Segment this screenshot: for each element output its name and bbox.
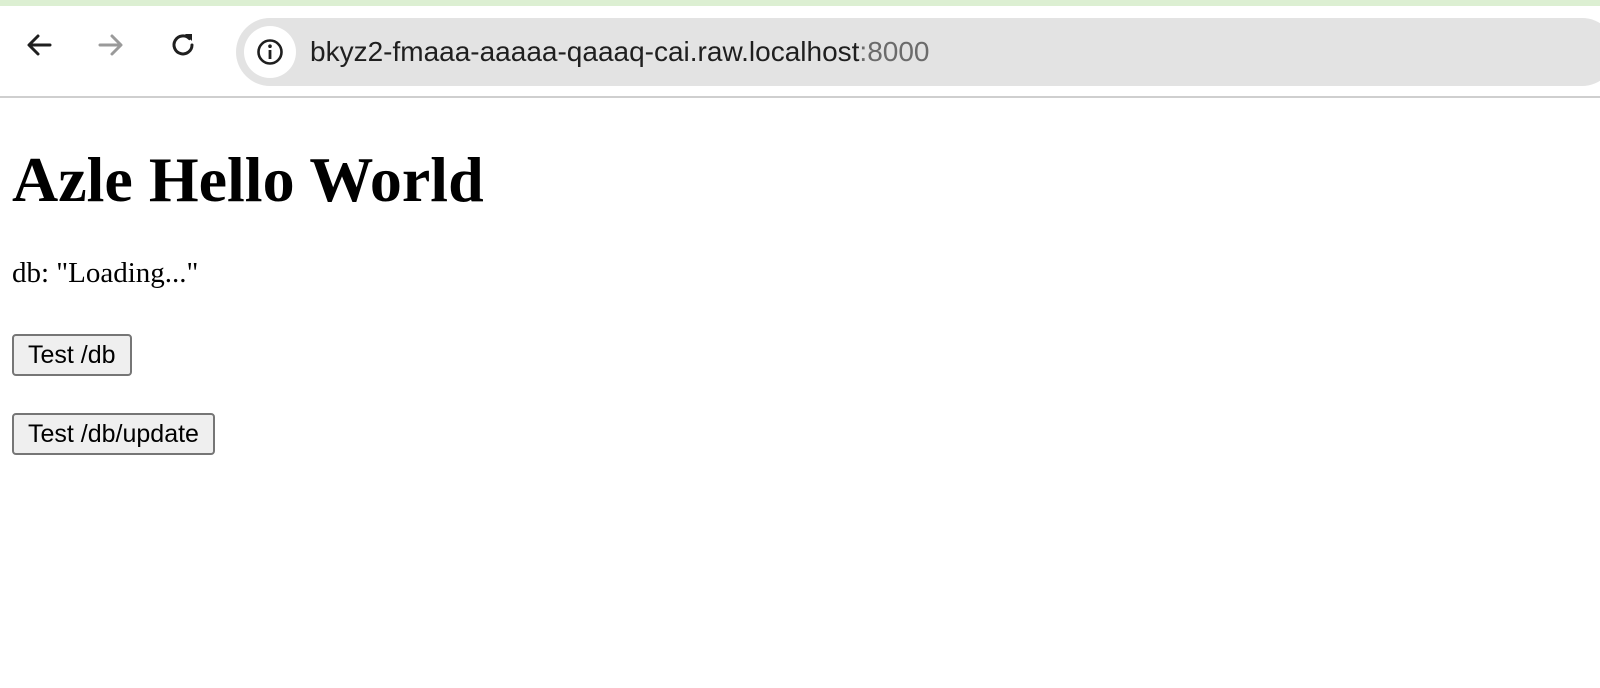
address-bar[interactable]: bkyz2-fmaaa-aaaaa-qaaaq-cai.raw.localhos… [236, 18, 1600, 86]
forward-button[interactable] [89, 23, 133, 67]
page-title: Azle Hello World [12, 144, 484, 215]
info-icon [257, 39, 283, 65]
url-text[interactable]: bkyz2-fmaaa-aaaaa-qaaaq-cai.raw.localhos… [310, 18, 930, 86]
back-button[interactable] [17, 23, 61, 67]
page-content: Azle Hello World db: "Loading..." Test /… [0, 100, 1600, 688]
reload-icon [172, 34, 194, 56]
reload-button[interactable] [161, 23, 205, 67]
test-db-update-button[interactable]: Test /db/update [12, 413, 215, 455]
db-status-text: db: "Loading..." [12, 257, 199, 289]
test-db-button[interactable]: Test /db [12, 334, 132, 376]
url-host: bkyz2-fmaaa-aaaaa-qaaaq-cai.raw.localhos… [310, 36, 860, 67]
url-port: :8000 [859, 36, 930, 67]
browser-toolbar: bkyz2-fmaaa-aaaaa-qaaaq-cai.raw.localhos… [0, 6, 1600, 98]
arrow-left-icon [27, 34, 52, 56]
site-info-button[interactable] [244, 26, 296, 78]
arrow-right-icon [98, 34, 123, 56]
